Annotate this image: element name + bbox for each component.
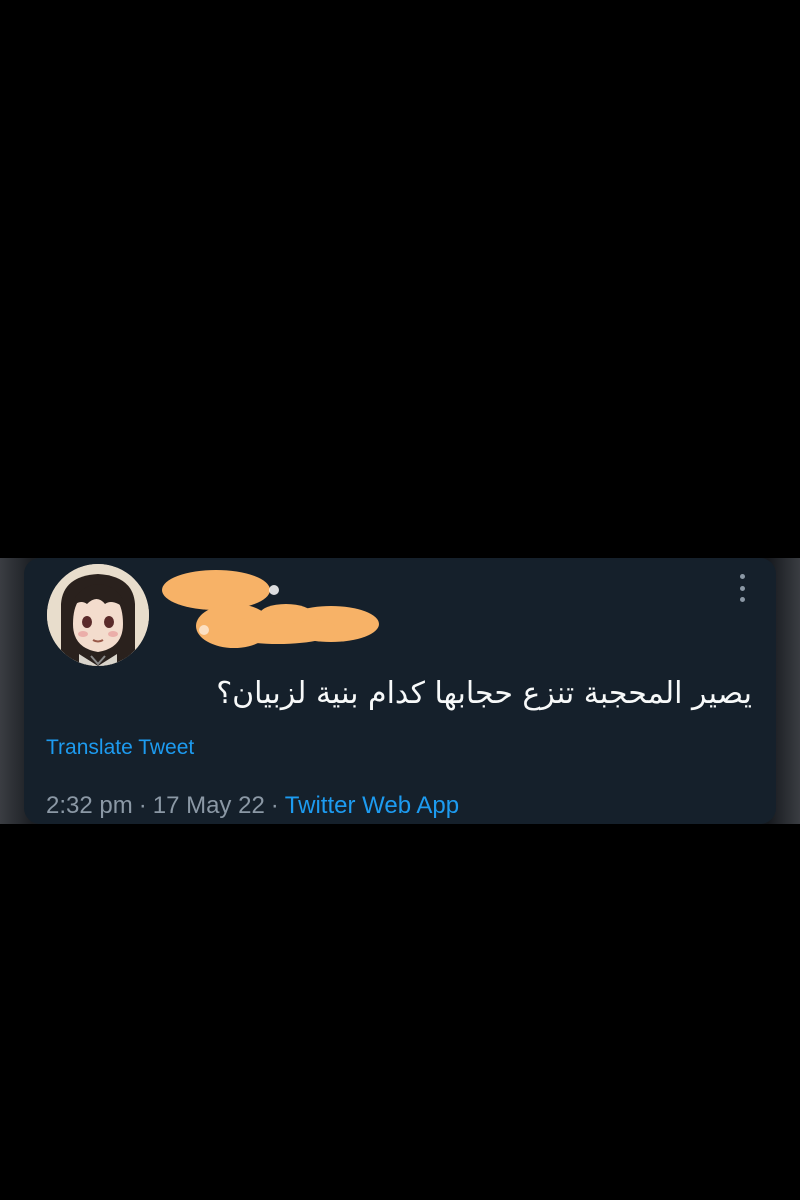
more-dot <box>739 585 745 591</box>
tweet-card[interactable]: يصير المحجبة تنزع حجابها كدام بنية لزبيا… <box>24 558 776 824</box>
more-dot <box>739 574 745 579</box>
redaction-scribble <box>162 570 379 648</box>
tweet-date[interactable]: 17 May 22 <box>153 792 265 819</box>
tweet-time[interactable]: 2:32 pm <box>46 792 133 819</box>
translate-tweet-link[interactable]: Translate Tweet <box>46 734 194 762</box>
screenshot: يصير المحجبة تنزع حجابها كدام بنية لزبيا… <box>0 0 800 1200</box>
tweet-source-link[interactable]: Twitter Web App <box>285 792 459 819</box>
avatar[interactable] <box>47 564 149 666</box>
meta-separator: · <box>138 792 147 819</box>
more-dot <box>739 597 745 602</box>
anime-avatar-image <box>47 564 149 666</box>
tweet-text: يصير المحجبة تنزع حجابها كدام بنية لزبيا… <box>216 676 752 711</box>
tweet-metadata: 2:32 pm · 17 May 22 · Twitter Web App <box>46 791 459 821</box>
meta-separator: · <box>270 792 279 819</box>
more-vertical-icon[interactable] <box>736 574 748 602</box>
username-redaction <box>146 568 386 658</box>
